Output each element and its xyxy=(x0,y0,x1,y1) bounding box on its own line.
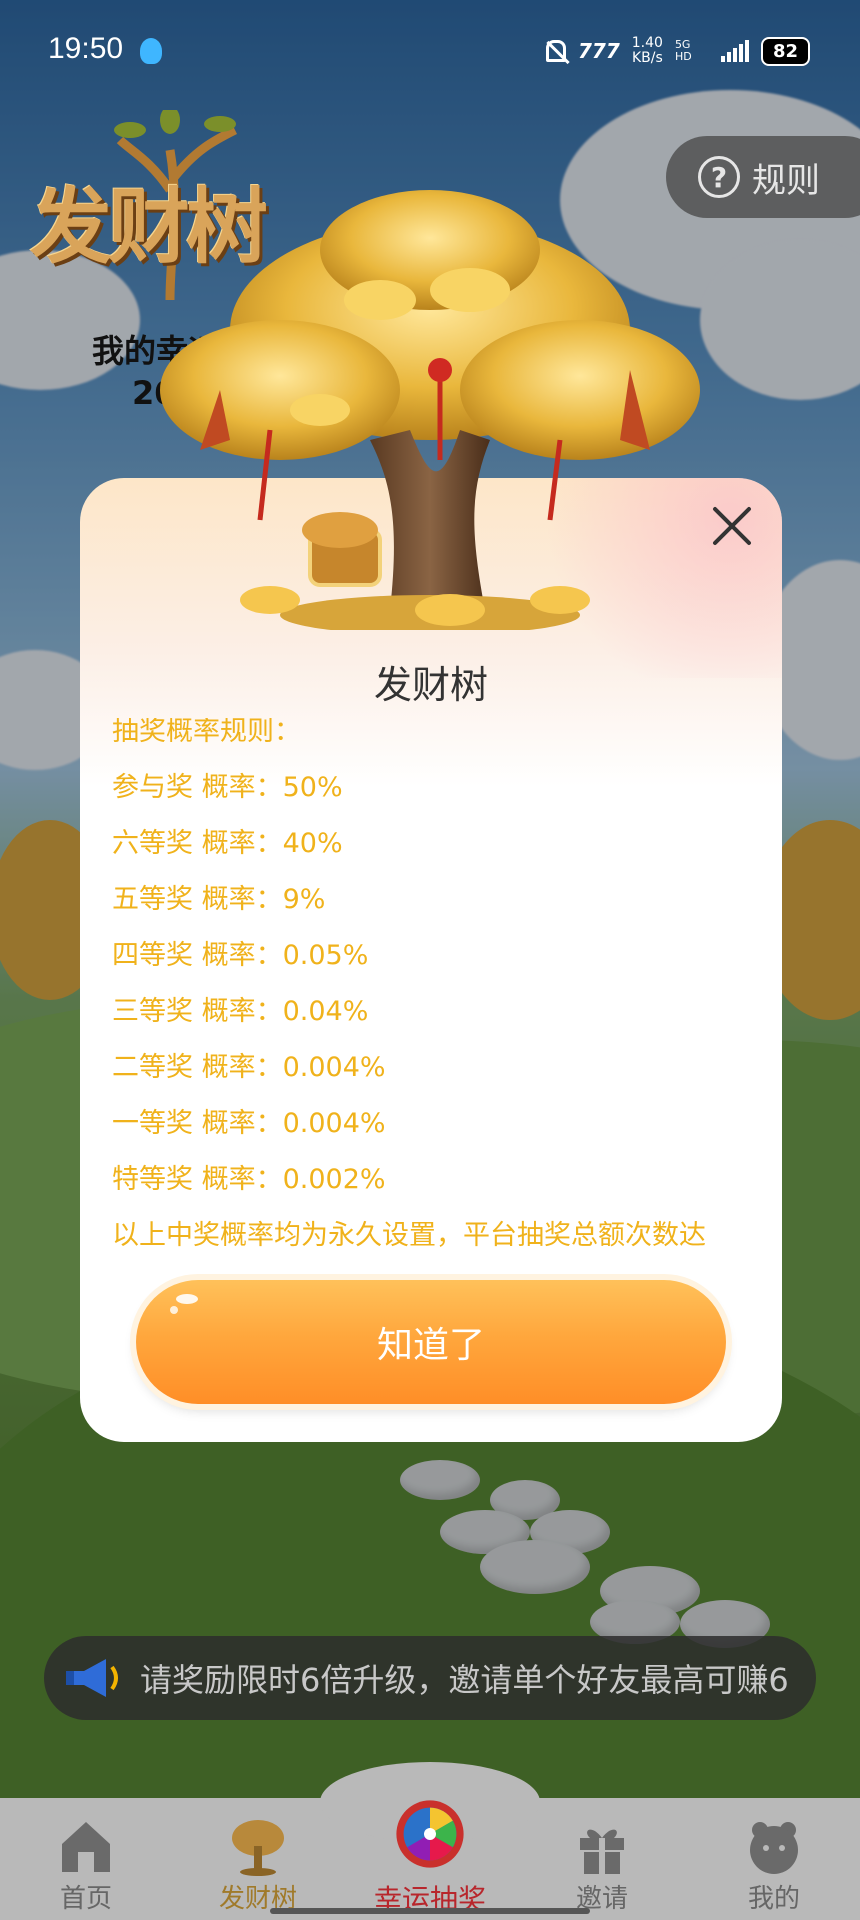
golden-tree-illustration xyxy=(160,190,700,630)
profile-icon xyxy=(750,1822,798,1874)
rule-line: 二等奖 概率：0.004% xyxy=(112,1052,386,1083)
bottom-navigation: 首页 发财树 幸运抽奖 邀请 我的 xyxy=(0,1762,860,1920)
rule-line: 四等奖 概率：0.05% xyxy=(112,940,369,971)
nav-money-tree[interactable]: 发财树 xyxy=(172,1798,344,1920)
home-icon xyxy=(62,1822,110,1872)
gift-icon xyxy=(580,1829,624,1874)
rule-line: 三等奖 概率：0.04% xyxy=(112,996,369,1027)
announcement-bar[interactable]: 请奖励限时6倍升级，邀请单个好友最高可赚6 xyxy=(44,1636,816,1720)
nav-profile[interactable]: 我的 xyxy=(688,1798,860,1920)
got-it-label: 知道了 xyxy=(376,1325,485,1366)
rule-line: 六等奖 概率：40% xyxy=(112,828,343,859)
rule-line: 抽奖概率规则： xyxy=(112,718,301,747)
money-tree-icon xyxy=(232,1820,284,1876)
nav-home[interactable]: 首页 xyxy=(0,1798,172,1920)
got-it-button[interactable]: 知道了 xyxy=(136,1280,726,1404)
megaphone-icon xyxy=(66,1659,118,1697)
rule-line: 以上中奖概率均为永久设置，平台抽奖总额次数达 xyxy=(112,1220,706,1251)
rule-line: 参与奖 概率：50% xyxy=(112,772,343,803)
rules-list[interactable]: 抽奖概率规则： 参与奖 概率：50% 六等奖 概率：40% 五等奖 概率：9% … xyxy=(112,718,752,1258)
battery-indicator: 82 xyxy=(760,36,810,66)
mute-icon xyxy=(546,40,567,62)
network-type: 5G HD xyxy=(674,38,692,63)
signal-icon xyxy=(720,40,749,62)
nav-lucky-draw[interactable]: 幸运抽奖 xyxy=(344,1798,516,1920)
rule-line: 一等奖 概率：0.004% xyxy=(112,1108,386,1139)
rule-line: 特等奖 概率：0.002% xyxy=(112,1164,386,1195)
rule-line: 五等奖 概率：9% xyxy=(112,884,326,915)
nav-invite[interactable]: 邀请 xyxy=(516,1798,688,1920)
announcement-text: 请奖励限时6倍升级，邀请单个好友最高可赚6 xyxy=(140,1661,789,1699)
status-time: 19:50 xyxy=(48,32,124,65)
rules-button-label: 规则 xyxy=(752,160,820,201)
lucky-wheel-icon xyxy=(396,1800,464,1868)
net-speed: 1.40 KB/s xyxy=(631,35,663,66)
modal-title: 发财树 xyxy=(373,663,488,707)
nfc-icon: 777 xyxy=(578,39,620,63)
qq-notification-icon xyxy=(140,38,162,64)
status-bar: 19:50 777 1.40 KB/s 5G HD 82 xyxy=(0,0,860,100)
home-indicator[interactable] xyxy=(270,1908,590,1914)
